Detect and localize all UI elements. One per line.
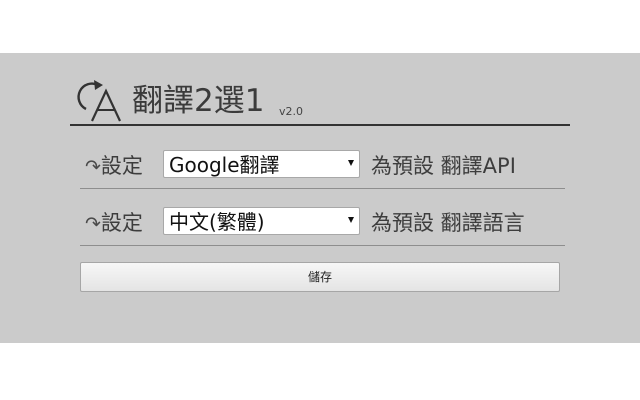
options-panel: 翻譯2選1 v2.0 ↷設定 Google翻譯 為預設 翻譯API ↷設定 中文…	[0, 53, 640, 343]
api-select-value: Google翻譯	[169, 153, 280, 177]
curved-arrow-icon: ↷	[85, 156, 101, 178]
setting-suffix: 為預設 翻譯語言	[371, 211, 525, 235]
curved-arrow-icon: ↷	[85, 213, 101, 235]
api-select[interactable]: Google翻譯	[163, 150, 360, 178]
default-api-setting-row: ↷設定 Google翻譯 為預設 翻譯API	[80, 143, 565, 189]
language-select[interactable]: 中文(繁體)	[163, 207, 360, 235]
header: 翻譯2選1 v2.0	[70, 73, 570, 126]
setting-prefix-label: 設定	[100, 154, 143, 178]
dropdown-caret-icon	[348, 217, 354, 223]
default-language-setting-row: ↷設定 中文(繁體) 為預設 翻譯語言	[80, 200, 565, 246]
setting-prefix-label: 設定	[100, 211, 143, 235]
setting-prefix: ↷設定	[85, 209, 143, 238]
language-select-value: 中文(繁體)	[169, 210, 265, 234]
setting-suffix: 為預設 翻譯API	[371, 154, 516, 178]
rotate-translate-logo-icon	[77, 80, 121, 122]
dropdown-caret-icon	[348, 160, 354, 166]
version-label: v2.0	[279, 105, 304, 118]
setting-prefix: ↷設定	[85, 152, 143, 181]
app-title: 翻譯2選1	[132, 83, 265, 119]
save-button[interactable]: 儲存	[80, 262, 560, 292]
